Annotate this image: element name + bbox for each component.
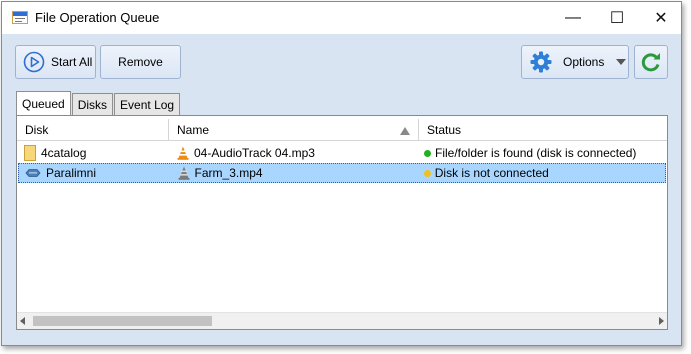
table-row[interactable]: 4catalog 04-AudioTrack 04.mp3 File/folde… [18,143,666,163]
table-row[interactable]: Paralimni Farm_3.mp4 Disk is not connect… [18,163,666,183]
column-header-name[interactable]: Name [168,119,418,141]
column-header-name-label: Name [177,123,210,137]
grid-header: Disk Name Status [17,119,667,141]
options-label: Options [563,55,605,69]
disk-name: Paralimni [46,166,97,180]
horizontal-scrollbar[interactable] [17,312,667,329]
play-circle-icon [23,51,45,73]
status-text: File/folder is found (disk is connected) [435,146,637,160]
status-cell: File/folder is found (disk is connected) [419,143,666,163]
start-all-button[interactable]: Start All [15,45,96,79]
remove-label: Remove [118,55,163,69]
scrollbar-thumb[interactable] [33,316,212,326]
title-bar[interactable]: File Operation Queue — ☐ ✕ [2,2,681,34]
column-header-status[interactable]: Status [418,119,667,141]
app-window-icon [12,11,28,24]
disk-cell: Paralimni [19,163,170,183]
maximize-button[interactable]: ☐ [595,2,639,34]
close-button[interactable]: ✕ [639,2,683,34]
disk-name: 4catalog [41,146,87,160]
refresh-icon [641,53,660,72]
status-text: Disk is not connected [434,166,549,180]
disk-cell: 4catalog [18,143,169,163]
status-ok-icon [424,149,431,157]
file-name: 04-AudioTrack 04.mp3 [194,146,315,160]
options-button[interactable]: Options [521,45,629,79]
vlc-cone-icon [177,146,189,160]
status-cell: Disk is not connected [419,163,665,183]
remove-button[interactable]: Remove [100,45,181,79]
status-warning-icon [423,169,431,177]
scroll-right-icon[interactable] [659,317,664,325]
file-name: Farm_3.mp4 [194,166,263,180]
tab-event-log[interactable]: Event Log [114,93,181,115]
sort-ascending-icon [400,127,410,135]
start-all-label: Start All [51,55,93,69]
window-title: File Operation Queue [35,10,160,25]
file-operation-queue-window: File Operation Queue — ☐ ✕ Start All Rem… [1,1,682,346]
tab-bar: Queued Disks Event Log [16,91,181,115]
minimize-button[interactable]: — [551,2,595,34]
disk-icon [25,169,41,177]
column-header-disk[interactable]: Disk [17,119,168,141]
tab-disks[interactable]: Disks [71,93,114,115]
queue-grid: Disk Name Status 4catalog 04-AudioTrack … [16,115,668,330]
chevron-down-icon [616,59,627,65]
name-cell: 04-AudioTrack 04.mp3 [169,143,419,163]
vlc-cone-gray-icon [178,166,190,180]
gear-icon [530,51,552,73]
refresh-button[interactable] [634,45,668,79]
scroll-left-icon[interactable] [20,317,25,325]
tab-queued[interactable]: Queued [16,91,71,115]
name-cell: Farm_3.mp4 [170,163,419,183]
folder-icon [24,145,36,161]
